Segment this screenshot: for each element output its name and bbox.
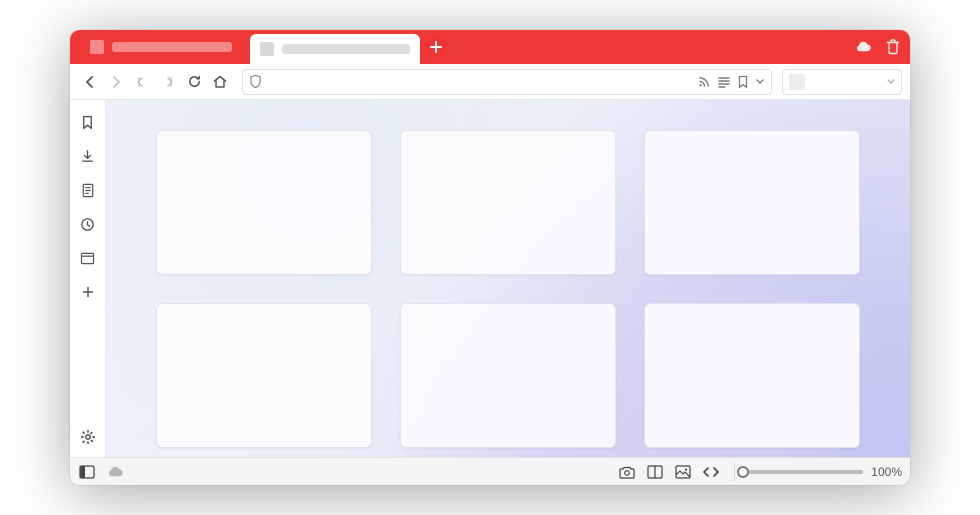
sidebar-item-history[interactable] [74,210,102,238]
favicon-icon [90,40,104,54]
navigation-bar [70,64,910,100]
reader-icon [717,75,731,89]
speed-dial-tile[interactable] [644,303,860,448]
favicon-icon [260,42,274,56]
titlebar-actions [854,30,902,64]
reader-view-button[interactable] [717,75,731,89]
search-box[interactable] [782,69,902,95]
body [70,100,910,457]
tab-active[interactable] [250,34,420,64]
chevron-right-icon [109,75,123,89]
tab-strip [70,30,910,64]
reload-icon [187,74,202,89]
history-icon [80,217,95,232]
speed-dial-tile[interactable] [400,303,616,448]
chevron-left-icon [83,75,97,89]
browser-window: 100% [70,30,910,485]
rss-icon [697,75,711,89]
gear-icon [80,429,96,445]
zoom-control: 100% [734,463,902,481]
trash-icon [886,39,900,55]
panel-toggle-icon [79,465,95,479]
chevron-down-icon [756,79,764,84]
sidebar-item-bookmarks[interactable] [74,108,102,136]
tab-label [112,42,232,52]
capture-button[interactable] [618,463,636,481]
tab-label [282,44,410,54]
home-button[interactable] [208,70,232,94]
panel-toggle-button[interactable] [78,463,96,481]
plus-icon [430,41,442,53]
bookmark-outline-icon [737,75,749,89]
cloud-icon [106,466,124,478]
speed-dial-tile[interactable] [156,303,372,448]
back-button[interactable] [78,70,102,94]
search-engine-icon [789,74,805,90]
panel-sidebar [70,100,106,457]
trash-button[interactable] [884,38,902,56]
sidebar-item-downloads[interactable] [74,142,102,170]
sync-button[interactable] [854,38,872,56]
home-icon [212,74,228,90]
zoom-slider[interactable] [743,470,863,474]
content-area [106,100,910,457]
sidebar-add-panel[interactable] [74,278,102,306]
zoom-value: 100% [871,465,902,479]
image-icon [675,465,691,479]
reload-button[interactable] [182,70,206,94]
fastforward-button[interactable] [156,70,180,94]
zoom-slider-thumb[interactable] [737,466,749,478]
address-bar[interactable] [242,69,772,95]
tiling-button[interactable] [646,463,664,481]
bookmark-page-button[interactable] [737,75,749,89]
speed-dial-tile[interactable] [400,130,616,275]
sidebar-item-window[interactable] [74,244,102,272]
rewind-button[interactable] [130,70,154,94]
status-bar: 100% [70,457,910,485]
download-icon [80,149,95,164]
chevron-down-icon [887,79,895,84]
speed-dial-tile[interactable] [644,130,860,275]
new-tab-button[interactable] [426,37,446,57]
sidebar-item-notes[interactable] [74,176,102,204]
sidebar-settings[interactable] [74,423,102,451]
address-dropdown[interactable] [755,79,765,84]
fastforward-icon [161,75,175,89]
search-engine-dropdown[interactable] [887,79,895,84]
url-input[interactable] [268,70,691,94]
speed-dial-tile[interactable] [156,130,372,275]
forward-button[interactable] [104,70,128,94]
window-icon [80,252,95,265]
capture-icon [619,465,635,479]
plus-icon [82,286,94,298]
tab-inactive[interactable] [80,30,250,64]
speed-dial-grid [106,100,910,457]
notes-icon [81,183,95,198]
feed-button[interactable] [697,75,711,89]
bookmark-outline-icon [81,115,94,130]
cloud-icon [854,41,872,53]
images-button[interactable] [674,463,692,481]
page-actions-button[interactable] [702,463,720,481]
sync-status-button[interactable] [106,463,124,481]
devtools-icon [703,466,719,478]
shield-icon [249,74,262,89]
rewind-icon [135,75,149,89]
tiling-icon [647,465,663,479]
